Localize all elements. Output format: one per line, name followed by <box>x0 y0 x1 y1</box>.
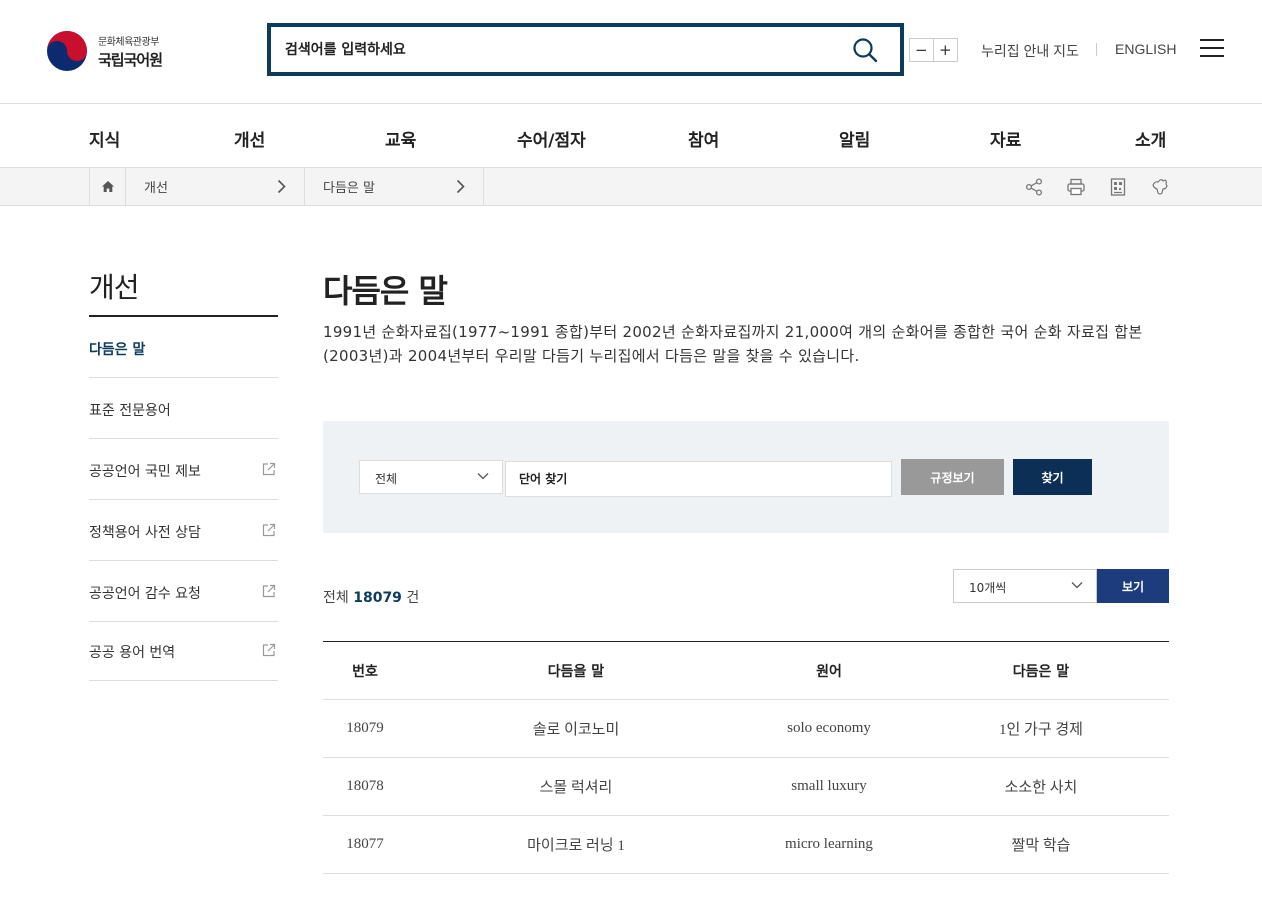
gnb-item-knowledge[interactable]: 지식 <box>89 126 120 151</box>
side-menu-item-policy-term-consult[interactable]: 정책용어 사전 상담 <box>89 500 278 561</box>
view-button[interactable]: 보기 <box>1097 569 1169 603</box>
cell-refined-word: 짤막 학습 <box>1011 838 1071 854</box>
chevron-down-icon <box>1071 582 1083 589</box>
category-select-value: 전체 <box>375 472 398 486</box>
gnb-item-improvement[interactable]: 개선 <box>234 126 265 151</box>
column-header-word-to-refine: 다듬을 말 <box>547 663 605 680</box>
cell-number: 18079 <box>346 720 384 736</box>
category-select[interactable]: 전체 <box>359 460 503 494</box>
cell-original: small luxury <box>791 778 867 794</box>
qr-code-icon[interactable] <box>1108 177 1128 197</box>
column-header-original: 원어 <box>816 663 842 680</box>
result-total-prefix: 전체 <box>323 590 349 606</box>
site-logo[interactable]: 문화체육관광부 국립국어원 <box>46 30 163 72</box>
side-menu-item-refined-words[interactable]: 다듬은 말 <box>89 317 278 378</box>
gnb-item-resources[interactable]: 자료 <box>990 126 1021 151</box>
side-menu-item-standard-terms[interactable]: 표준 전문용어 <box>89 378 278 439</box>
table-row[interactable]: 18079 솔로 이코노미 solo economy 1인 가구 경제 <box>323 700 1169 758</box>
breadcrumb: 개선 다듬은 말 <box>0 168 1262 206</box>
column-header-number: 번호 <box>352 663 378 680</box>
cell-word-to-refine: 마이크로 러닝 1 <box>527 838 625 854</box>
cell-original: solo economy <box>787 720 871 736</box>
print-icon[interactable] <box>1066 177 1086 197</box>
chevron-right-icon <box>277 179 286 194</box>
home-icon[interactable] <box>89 168 126 205</box>
gnb-item-participation[interactable]: 참여 <box>688 126 719 151</box>
breadcrumb-label: 다듬은 말 <box>323 181 375 196</box>
word-search-input[interactable] <box>505 461 892 497</box>
column-header-refined-word: 다듬은 말 <box>1012 663 1070 680</box>
table-row[interactable]: 18078 스몰 럭셔리 small luxury 소소한 사치 <box>323 758 1169 816</box>
breadcrumb-item-improvement[interactable]: 개선 <box>126 168 305 205</box>
zoom-out-button[interactable]: − <box>910 39 934 61</box>
table-row[interactable]: 18077 마이크로 러닝 1 micro learning 짤막 학습 <box>323 816 1169 874</box>
global-search-input[interactable] <box>271 27 831 72</box>
external-link-icon <box>262 643 276 657</box>
side-menu-label: 다듬은 말 <box>89 342 146 358</box>
sign-language-icon[interactable] <box>1150 177 1170 197</box>
breadcrumb-label: 개선 <box>144 181 168 196</box>
search-icon[interactable] <box>852 37 878 63</box>
text-zoom-control: − + <box>909 38 958 62</box>
result-total-count: 18079 <box>353 590 402 606</box>
page-size-select[interactable]: 10개씩 <box>953 569 1097 603</box>
find-button[interactable]: 찾기 <box>1013 459 1092 495</box>
external-link-icon <box>262 523 276 537</box>
cell-word-to-refine: 솔로 이코노미 <box>532 722 620 738</box>
side-menu-label: 공공언어 국민 제보 <box>89 464 201 480</box>
page-size-value: 10개씩 <box>969 581 1007 595</box>
side-menu-label: 공공언어 감수 요청 <box>89 586 201 602</box>
cell-number: 18077 <box>346 836 384 852</box>
side-menu-label: 공공 용어 번역 <box>89 645 176 661</box>
cell-word-to-refine: 스몰 럭셔리 <box>539 780 613 796</box>
result-total-suffix: 건 <box>406 590 420 606</box>
page-description: 1991년 순화자료집(1977~1991 종합)부터 2002년 순화자료집까… <box>323 323 1143 365</box>
refined-words-table: 번호 다듬을 말 원어 다듬은 말 18079 솔로 이코노미 solo eco… <box>323 641 1169 874</box>
side-menu-title: 개선 <box>89 271 140 304</box>
sitemap-link[interactable]: 누리집 안내 지도 <box>981 41 1079 61</box>
zoom-in-button[interactable]: + <box>934 39 957 61</box>
english-link[interactable]: ENGLISH <box>1115 41 1176 57</box>
external-link-icon <box>262 462 276 476</box>
site-header: 문화체육관광부 국립국어원 − + 누리집 안내 지도 ENGLISH <box>0 0 1262 104</box>
side-menu-label: 정책용어 사전 상담 <box>89 525 201 541</box>
chevron-right-icon <box>456 179 465 194</box>
table-header-row: 번호 다듬을 말 원어 다듬은 말 <box>323 642 1169 700</box>
gnb-item-notice[interactable]: 알림 <box>839 126 870 151</box>
external-link-icon <box>262 584 276 598</box>
side-menu-item-public-language-report[interactable]: 공공언어 국민 제보 <box>89 439 278 500</box>
gnb-item-sign-braille[interactable]: 수어/점자 <box>517 126 586 151</box>
side-menu-label: 표준 전문용어 <box>89 403 171 419</box>
logo-institute-text: 국립국어원 <box>98 50 163 69</box>
global-search-box <box>267 23 904 76</box>
share-icon[interactable] <box>1024 177 1044 197</box>
logo-ministry-text: 문화체육관광부 <box>98 36 159 48</box>
side-menu-item-public-term-translation[interactable]: 공공 용어 번역 <box>89 620 278 681</box>
taegeuk-logo-icon <box>47 31 87 71</box>
cell-original: micro learning <box>785 836 873 852</box>
cell-number: 18078 <box>346 778 384 794</box>
breadcrumb-item-refined-words[interactable]: 다듬은 말 <box>305 168 484 205</box>
cell-refined-word: 소소한 사치 <box>1004 780 1078 796</box>
gnb-item-education[interactable]: 교육 <box>385 126 416 151</box>
menu-icon[interactable] <box>1200 39 1224 59</box>
gnb-item-about[interactable]: 소개 <box>1135 126 1166 151</box>
page-title: 다듬은 말 <box>323 272 448 310</box>
cell-refined-word: 1인 가구 경제 <box>998 722 1083 738</box>
chevron-down-icon <box>477 473 489 480</box>
top-link-divider <box>1096 43 1097 56</box>
word-search-panel: 전체 규정보기 찾기 <box>323 421 1169 533</box>
view-rules-button[interactable]: 규정보기 <box>901 459 1004 495</box>
main-navigation: 지식 개선 교육 수어/점자 참여 알림 자료 소개 <box>0 104 1262 168</box>
result-total: 전체 18079 건 <box>323 587 419 607</box>
side-menu-item-public-language-review[interactable]: 공공언어 감수 요청 <box>89 561 278 622</box>
